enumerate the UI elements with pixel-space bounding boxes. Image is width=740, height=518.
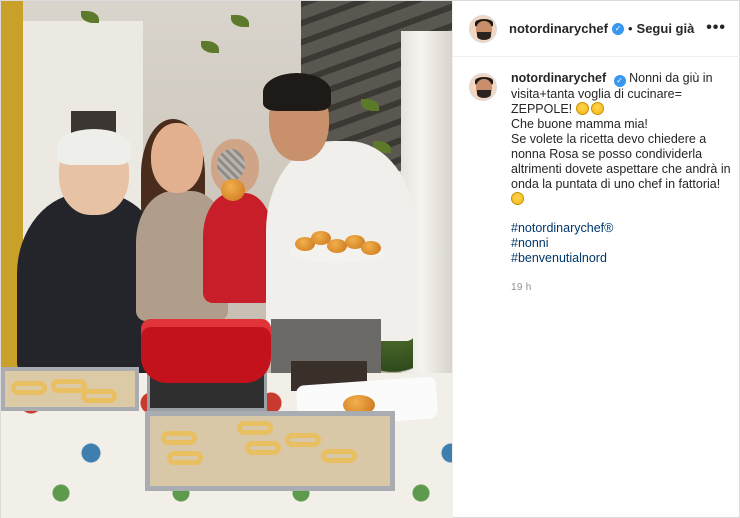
zeppola xyxy=(361,241,381,255)
woman-head xyxy=(151,123,203,193)
verified-badge-icon: ✓ xyxy=(611,22,624,35)
post-header: notordinarychef ✓ • Segui già ••• xyxy=(453,1,740,57)
caption-username[interactable]: notordinarychef xyxy=(511,71,606,85)
vine-leaf xyxy=(231,15,249,27)
smiling-face-emoji xyxy=(575,101,589,115)
caption-body: notordinarychef ✓ Nonni da giù in visita… xyxy=(511,71,731,295)
raw-dough xyxy=(321,449,357,463)
author-username[interactable]: notordinarychef xyxy=(509,21,608,36)
hashtag-link[interactable]: #benvenutialnord xyxy=(511,251,731,266)
caption-line-2: Che buone mamma mia! xyxy=(511,116,648,131)
post-timestamp[interactable]: 19 h xyxy=(511,280,731,295)
zeppola xyxy=(221,179,245,201)
raw-dough xyxy=(81,389,117,403)
raw-dough xyxy=(285,433,321,447)
raw-dough xyxy=(161,431,197,445)
hashtag-link[interactable]: #nonni xyxy=(511,236,731,251)
verified-badge-icon: ✓ xyxy=(613,74,626,87)
raw-dough xyxy=(11,381,47,395)
raw-dough xyxy=(237,421,273,435)
man-hair xyxy=(263,73,331,111)
separator-dot: • xyxy=(627,21,633,36)
blurred-face xyxy=(217,149,245,181)
post-photo[interactable] xyxy=(1,1,452,518)
instagram-post: notordinarychef ✓ • Segui già ••• notord… xyxy=(0,0,740,518)
raw-dough xyxy=(167,451,203,465)
smiling-face-emoji xyxy=(590,101,604,115)
girl-body xyxy=(203,193,273,303)
vine-leaf xyxy=(201,41,219,53)
red-pot xyxy=(141,319,271,383)
caption: notordinarychef ✓ Nonni da giù in visita… xyxy=(469,71,731,295)
avatar[interactable] xyxy=(469,14,497,43)
avatar[interactable] xyxy=(469,73,497,101)
hashtag-list: #notordinarychef® #nonni #benvenutialnor… xyxy=(511,221,731,266)
hashtag-link[interactable]: #notordinarychef® xyxy=(511,221,731,236)
following-button[interactable]: Segui già xyxy=(637,21,695,36)
zeppola xyxy=(327,239,347,253)
caption-line-3: Se volete la ricetta devo chiedere a non… xyxy=(511,131,731,191)
more-options-icon[interactable]: ••• xyxy=(706,19,726,37)
raw-dough xyxy=(245,441,281,455)
grandma-hair xyxy=(57,129,131,165)
post-sidebar: notordinarychef ✓ • Segui già ••• notord… xyxy=(452,1,740,518)
grinning-face-emoji xyxy=(511,191,524,205)
